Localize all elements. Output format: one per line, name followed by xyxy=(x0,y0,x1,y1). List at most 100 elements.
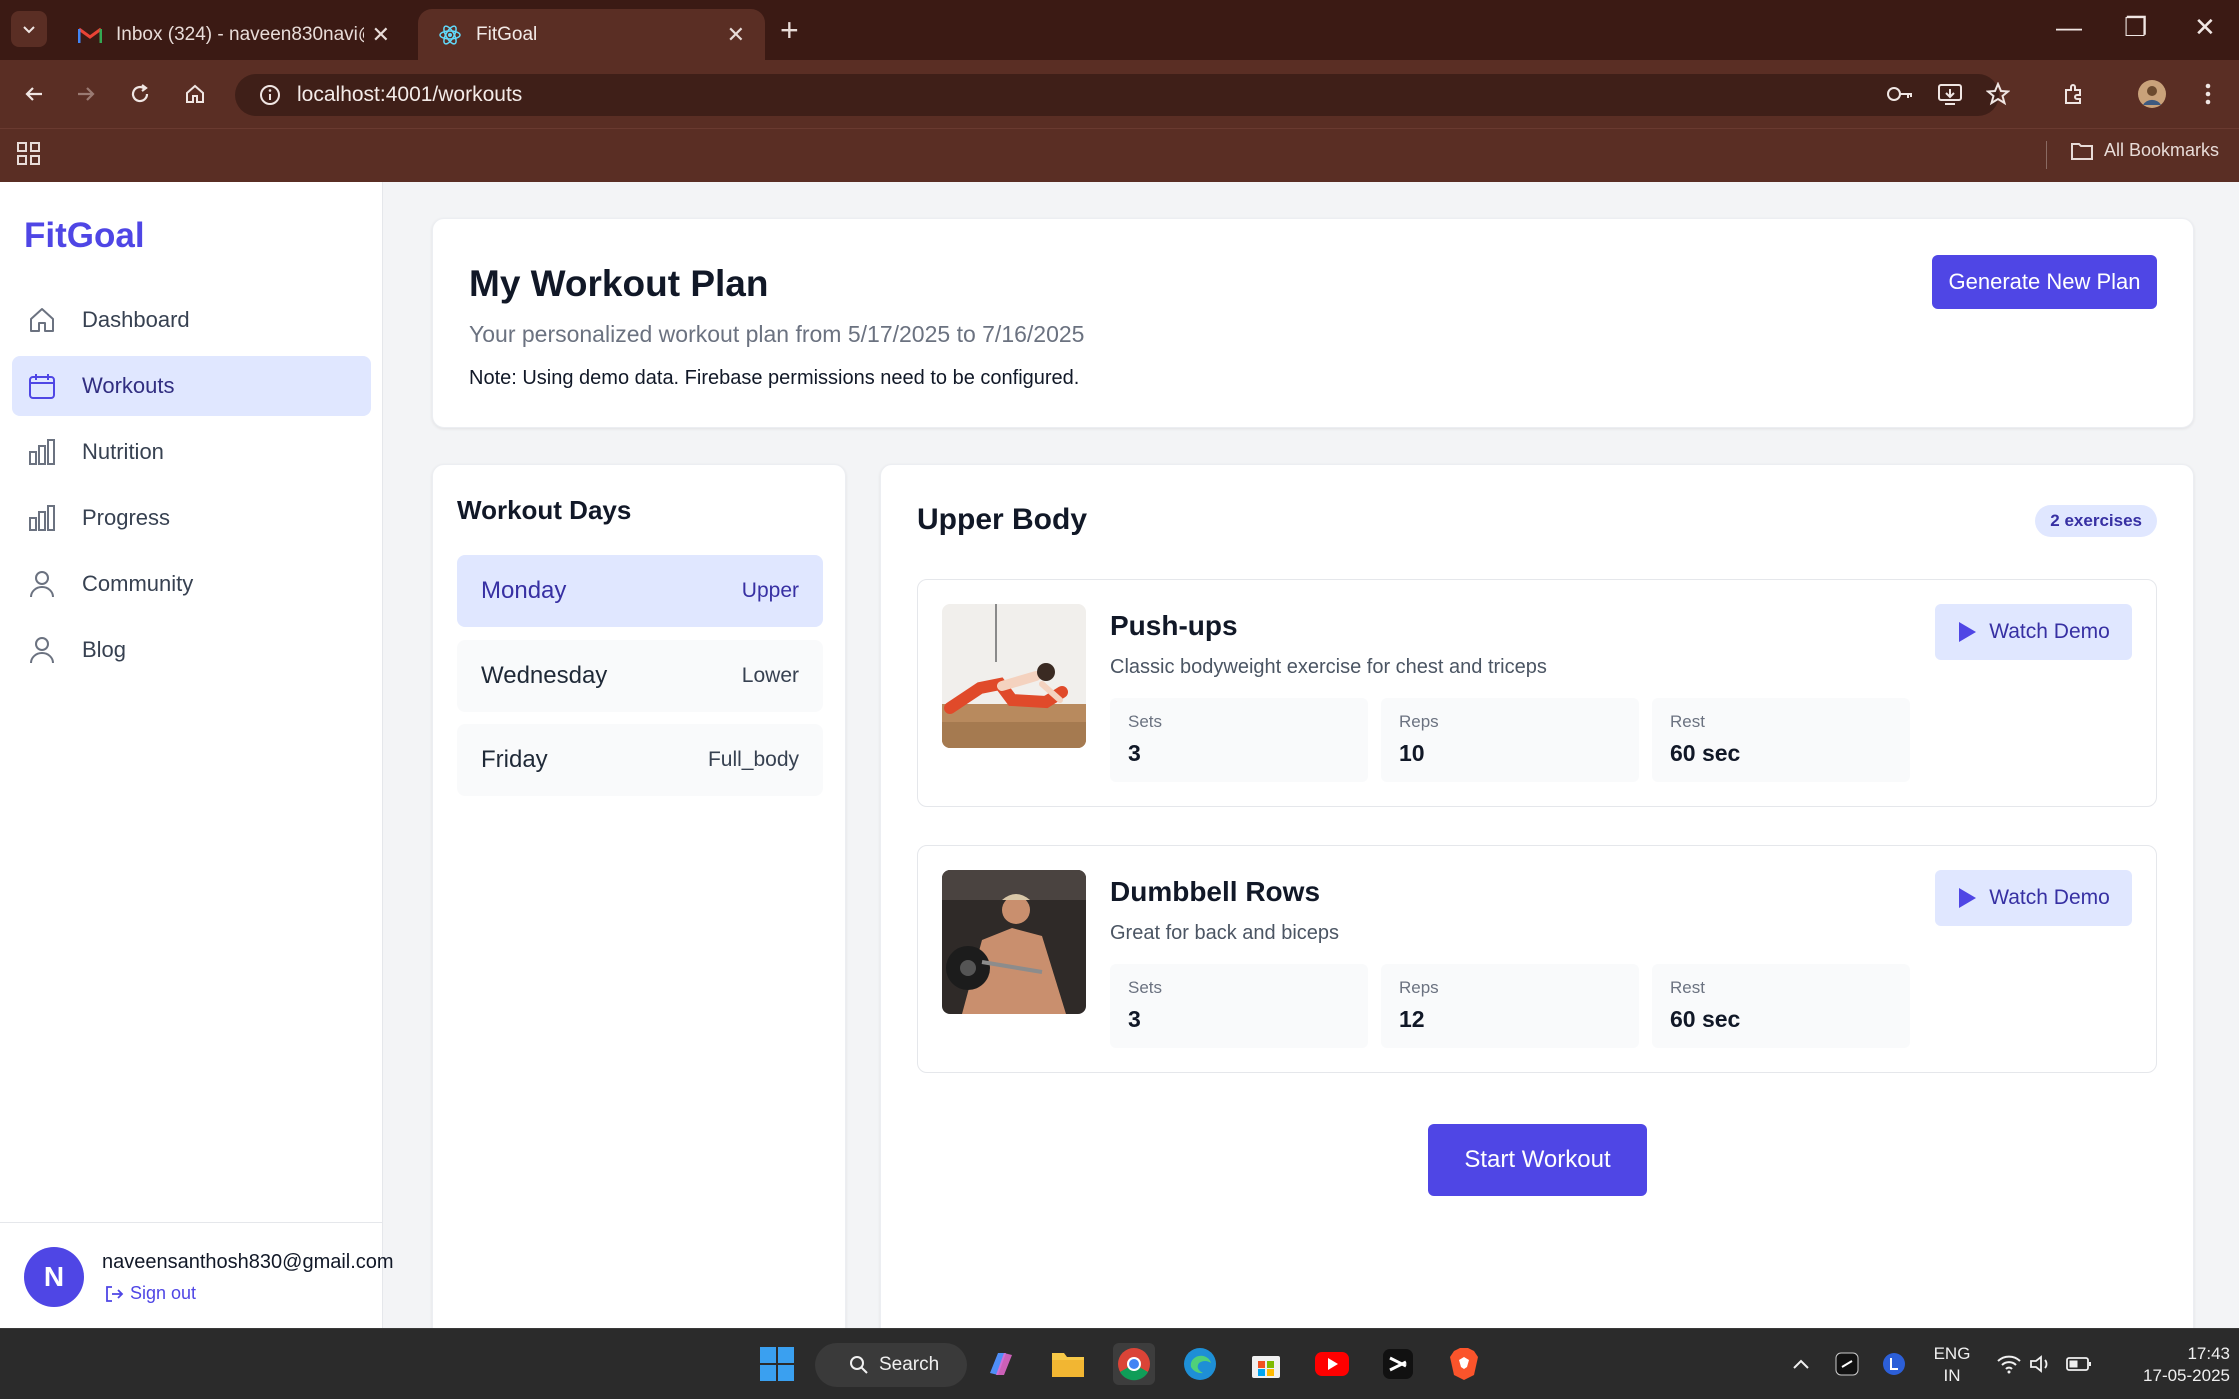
stat-sets: Sets 3 xyxy=(1110,698,1368,782)
sign-out-label: Sign out xyxy=(130,1283,197,1303)
browser-toolbar: localhost:4001/workouts xyxy=(0,60,2239,128)
microsoft-store-icon[interactable] xyxy=(1245,1343,1287,1385)
exercise-description: Great for back and biceps xyxy=(1110,922,1340,944)
day-item-wednesday[interactable]: Wednesday Lower xyxy=(457,640,823,712)
address-bar[interactable]: localhost:4001/workouts xyxy=(235,74,1999,116)
capcut-icon[interactable] xyxy=(1377,1343,1419,1385)
profile-avatar-icon[interactable] xyxy=(2136,78,2168,110)
bookmarks-bar: All Bookmarks xyxy=(0,128,2239,182)
close-tab-icon[interactable]: ✕ xyxy=(727,22,745,48)
forward-icon[interactable] xyxy=(68,76,104,112)
sidebar-item-blog[interactable]: Blog xyxy=(12,620,371,680)
day-name: Friday xyxy=(481,746,548,773)
exercise-description: Classic bodyweight exercise for chest an… xyxy=(1110,656,1547,678)
sidebar-item-label: Dashboard xyxy=(82,307,190,332)
generate-new-plan-button[interactable]: Generate New Plan xyxy=(1932,255,2157,309)
page: FitGoal Dashboard Workouts Nutrition Pro… xyxy=(0,182,2239,1399)
brave-icon[interactable] xyxy=(1443,1343,1485,1385)
day-item-friday[interactable]: Friday Full_body xyxy=(457,724,823,796)
clock-date: 17-05-2025 xyxy=(2143,1366,2230,1385)
exercise-name: Dumbbell Rows xyxy=(1110,876,1321,907)
show-hidden-icons-chevron-up-icon[interactable] xyxy=(1780,1343,1822,1385)
user-icon xyxy=(26,634,58,666)
sidebar-item-label: Workouts xyxy=(82,373,175,398)
file-explorer-icon[interactable] xyxy=(1047,1343,1089,1385)
taskbar-search-label: Search xyxy=(879,1354,940,1375)
back-icon[interactable] xyxy=(16,76,52,112)
language-label: ENG xyxy=(1933,1344,1971,1363)
close-tab-icon[interactable]: ✕ xyxy=(372,22,390,48)
page-title: My Workout Plan xyxy=(469,263,769,304)
stat-reps: Reps 10 xyxy=(1381,698,1639,782)
sidebar-item-label: Blog xyxy=(82,637,127,662)
tab-search-dropdown[interactable] xyxy=(11,11,47,47)
day-item-monday[interactable]: Monday Upper xyxy=(457,555,823,627)
start-workout-button[interactable]: Start Workout xyxy=(1428,1124,1647,1196)
clock[interactable]: 17:43 17-05-2025 xyxy=(2110,1343,2230,1387)
tab-title: Inbox (324) - naveen830navi@gmail.com - … xyxy=(116,23,364,45)
workout-days-title: Workout Days xyxy=(457,495,632,525)
sign-out-link[interactable]: Sign out xyxy=(104,1283,196,1304)
reload-icon[interactable] xyxy=(122,76,158,112)
edge-icon[interactable] xyxy=(1179,1343,1221,1385)
stat-value: 3 xyxy=(1128,1006,1141,1032)
plan-date-range: Your personalized workout plan from 5/17… xyxy=(469,321,1085,347)
exercise-count-badge: 2 exercises xyxy=(2035,505,2157,537)
password-key-icon[interactable] xyxy=(1884,78,1916,110)
stat-value: 60 sec xyxy=(1670,1006,1741,1032)
new-tab-icon[interactable]: + xyxy=(780,12,799,49)
browser-tab-bar: Inbox (324) - naveen830navi@gmail.com - … xyxy=(0,0,2239,60)
watch-demo-button[interactable]: Watch Demo xyxy=(1935,870,2132,926)
language-indicator[interactable]: ENG IN xyxy=(1930,1343,1974,1387)
sidebar-item-nutrition[interactable]: Nutrition xyxy=(12,422,371,482)
site-info-icon[interactable] xyxy=(259,84,281,106)
battery-icon[interactable] xyxy=(2058,1343,2100,1385)
home-icon[interactable] xyxy=(177,76,213,112)
all-bookmarks-button[interactable]: All Bookmarks xyxy=(2070,140,2219,161)
tray-app-icon[interactable] xyxy=(1826,1343,1868,1385)
taskbar: Search ENG IN 17:43 17-05-2025 xyxy=(0,1328,2239,1399)
youtube-icon[interactable] xyxy=(1311,1343,1353,1385)
restore-icon[interactable]: ❐ xyxy=(2124,12,2147,43)
sidebar-item-label: Nutrition xyxy=(82,439,164,464)
minimize-icon[interactable]: — xyxy=(2056,12,2082,43)
extensions-icon[interactable] xyxy=(2058,78,2090,110)
gmail-icon xyxy=(78,23,102,47)
avatar: N xyxy=(24,1247,84,1307)
sidebar-item-dashboard[interactable]: Dashboard xyxy=(12,290,371,350)
sidebar-item-progress[interactable]: Progress xyxy=(12,488,371,548)
brand-logo[interactable]: FitGoal xyxy=(24,216,145,256)
copilot-icon[interactable] xyxy=(980,1343,1022,1385)
home-icon xyxy=(26,304,58,336)
calendar-icon xyxy=(26,370,58,402)
sidebar-item-label: Community xyxy=(82,571,194,596)
region-label: IN xyxy=(1943,1366,1961,1385)
volume-icon[interactable] xyxy=(2020,1343,2062,1385)
stat-label: Rest xyxy=(1670,978,1705,997)
watch-demo-button[interactable]: Watch Demo xyxy=(1935,604,2132,660)
chevron-down-icon xyxy=(23,26,35,34)
stat-sets: Sets 3 xyxy=(1110,964,1368,1048)
taskbar-search[interactable]: Search xyxy=(815,1343,967,1387)
sidebar-item-community[interactable]: Community xyxy=(12,554,371,614)
stat-value: 10 xyxy=(1399,740,1425,766)
bookmark-star-icon[interactable] xyxy=(1982,78,2014,110)
tray-l-icon[interactable] xyxy=(1873,1343,1915,1385)
exercise-card-push-ups: Push-ups Classic bodyweight exercise for… xyxy=(917,579,2157,807)
sign-out-icon xyxy=(106,1285,124,1302)
install-app-icon[interactable] xyxy=(1934,78,1966,110)
apps-grid-icon[interactable] xyxy=(16,141,42,172)
menu-kebab-icon[interactable] xyxy=(2192,78,2224,110)
folder-icon xyxy=(2071,142,2093,160)
all-bookmarks-label: All Bookmarks xyxy=(2104,140,2220,160)
stat-label: Reps xyxy=(1399,978,1439,997)
sidebar-item-workouts[interactable]: Workouts xyxy=(12,356,371,416)
close-window-icon[interactable]: ✕ xyxy=(2194,12,2216,43)
tab-gmail[interactable]: Inbox (324) - naveen830navi@gmail.com - … xyxy=(58,9,410,60)
chrome-icon[interactable] xyxy=(1113,1343,1155,1385)
stat-label: Sets xyxy=(1128,978,1163,997)
tab-fitgoal[interactable]: FitGoal ✕ xyxy=(418,9,765,60)
workout-detail-card: Upper Body 2 exercises Push-ups Classic … xyxy=(880,464,2194,1399)
windows-start-icon[interactable] xyxy=(756,1343,798,1385)
bookmarks-divider xyxy=(2046,141,2047,169)
